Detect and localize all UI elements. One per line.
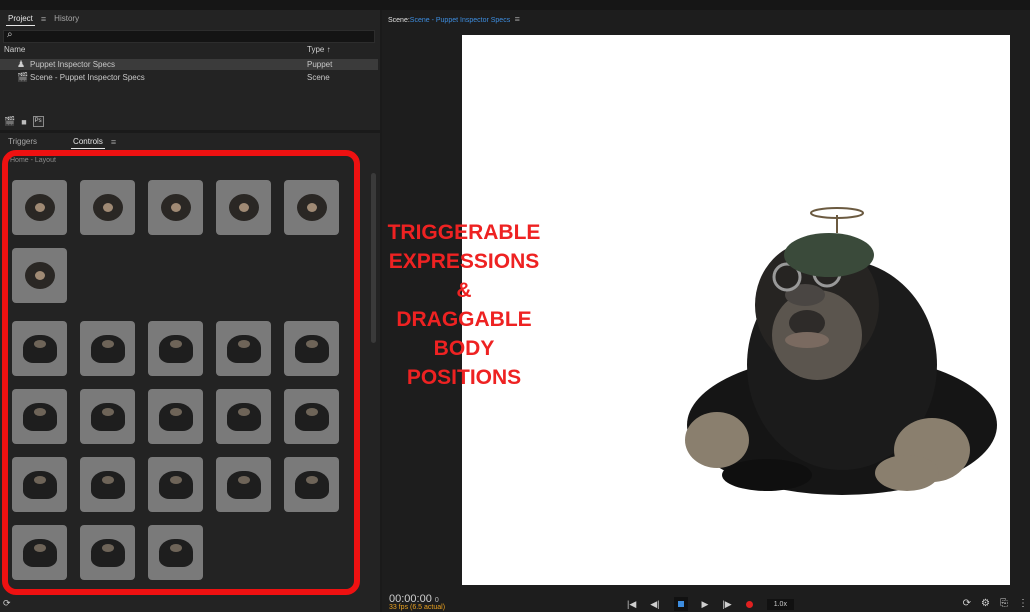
expression-trigger-4[interactable] [216, 180, 271, 235]
tab-triggers[interactable]: Triggers [6, 135, 39, 148]
expression-trigger-3[interactable] [148, 180, 203, 235]
sort-arrow-icon: ↑ [326, 45, 331, 54]
playback-speed[interactable]: 1.0x [766, 598, 794, 610]
bear-pose-icon [90, 538, 125, 567]
body-position-5[interactable] [284, 321, 339, 376]
body-position-15[interactable] [284, 457, 339, 512]
search-input[interactable]: ⌕ [3, 29, 375, 43]
list-item-scene[interactable]: 🎬 Scene - Puppet Inspector Specs Scene [0, 72, 378, 83]
bear-face-icon [24, 194, 55, 221]
bear-pose-icon [22, 470, 57, 499]
body-position-10[interactable] [284, 389, 339, 444]
refresh-icon[interactable]: ⟳ [3, 598, 11, 609]
record-button[interactable] [745, 600, 753, 608]
puppet-icon: ♟ [17, 59, 26, 69]
bear-puppet-image [685, 207, 997, 495]
project-panel: Project ≡ History ⌕ Name Type ↑ ♟ Puppet… [0, 10, 380, 130]
body-position-12[interactable] [80, 457, 135, 512]
go-to-start-icon[interactable]: |◀ [627, 599, 636, 610]
bear-face-icon [296, 194, 327, 221]
panel-menu-icon[interactable]: ≡ [512, 14, 520, 24]
expression-trigger-2[interactable] [80, 180, 135, 235]
tab-history[interactable]: History [52, 12, 81, 25]
scene-title-link[interactable]: Scene - Puppet Inspector Specs [410, 17, 510, 24]
body-position-4[interactable] [216, 321, 271, 376]
folder-icon[interactable]: ■ [21, 117, 26, 127]
bear-face-icon [160, 194, 191, 221]
column-header: Name Type ↑ [0, 45, 380, 55]
bear-pose-icon [22, 334, 57, 363]
camera-icon[interactable]: ⚙ [981, 598, 990, 609]
project-tabs: Project ≡ History [0, 10, 81, 27]
bear-pose-icon [22, 402, 57, 431]
bear-pose-icon [90, 402, 125, 431]
stop-button[interactable] [673, 597, 688, 611]
bear-face-icon [228, 194, 259, 221]
panel-menu-icon[interactable]: ≡ [41, 14, 46, 24]
bear-pose-icon [90, 334, 125, 363]
expression-trigger-5[interactable] [284, 180, 339, 235]
body-position-14[interactable] [216, 457, 271, 512]
scene-title: Scene:Scene - Puppet Inspector Specs ≡ [388, 14, 520, 24]
tab-project[interactable]: Project [6, 12, 35, 26]
column-type[interactable]: Type ↑ [307, 45, 331, 54]
bear-pose-icon [226, 470, 261, 499]
search-icon: ⌕ [7, 29, 13, 40]
project-footer-icons: 🎬 ■ Ps [4, 116, 44, 127]
body-position-2[interactable] [80, 321, 135, 376]
bear-pose-icon [158, 402, 193, 431]
bear-pose-icon [158, 334, 193, 363]
loop-icon[interactable]: ⟳ [963, 598, 971, 609]
bear-pose-icon [294, 470, 329, 499]
play-icon[interactable]: ▶ [702, 599, 709, 610]
bear-pose-icon [90, 470, 125, 499]
list-item-puppet[interactable]: ♟ Puppet Inspector Specs Puppet [0, 59, 378, 70]
expression-trigger-6[interactable] [12, 248, 67, 303]
tab-controls[interactable]: Controls [71, 135, 105, 149]
body-position-18[interactable] [148, 525, 203, 580]
bear-pose-icon [158, 538, 193, 567]
top-bar [0, 0, 1030, 10]
transport-controls: |◀ ◀| ▶ |▶ 1.0x [627, 597, 794, 611]
photoshop-import-icon[interactable]: Ps [32, 116, 44, 127]
more-icon[interactable]: ⋮ [1018, 598, 1028, 609]
annotation-text: TRIGGERABLE EXPRESSIONS & DRAGGABLE BODY… [387, 221, 541, 389]
fps-readout: 33 fps (6.5 actual) [389, 604, 446, 611]
body-position-16[interactable] [12, 525, 67, 580]
step-forward-icon[interactable]: |▶ [722, 599, 731, 610]
panel-menu-icon[interactable]: ≡ [111, 137, 116, 147]
body-position-13[interactable] [148, 457, 203, 512]
bear-pose-icon [226, 402, 261, 431]
expression-trigger-1[interactable] [12, 180, 67, 235]
bear-pose-icon [22, 538, 57, 567]
body-position-3[interactable] [148, 321, 203, 376]
scene-footer-icons: ⟳ ⚙ ⎘ ⋮ [963, 598, 1028, 609]
body-position-17[interactable] [80, 525, 135, 580]
body-position-9[interactable] [216, 389, 271, 444]
export-icon[interactable]: ⎘ [1000, 598, 1008, 609]
scene-icon: 🎬 [17, 72, 29, 82]
new-scene-icon[interactable]: 🎬 [4, 116, 15, 127]
bear-pose-icon [158, 470, 193, 499]
bear-face-icon [92, 194, 123, 221]
layout-label: Home - Layout [10, 157, 56, 164]
step-back-icon[interactable]: ◀| [650, 599, 659, 610]
body-position-11[interactable] [12, 457, 67, 512]
body-position-6[interactable] [12, 389, 67, 444]
body-position-8[interactable] [148, 389, 203, 444]
controls-tabs: Triggers Controls ≡ [0, 133, 116, 150]
bear-pose-icon [226, 334, 261, 363]
bear-face-icon [24, 262, 55, 289]
body-position-7[interactable] [80, 389, 135, 444]
body-position-1[interactable] [12, 321, 67, 376]
bear-pose-icon [294, 334, 329, 363]
column-name[interactable]: Name [4, 45, 25, 54]
bear-pose-icon [294, 402, 329, 431]
